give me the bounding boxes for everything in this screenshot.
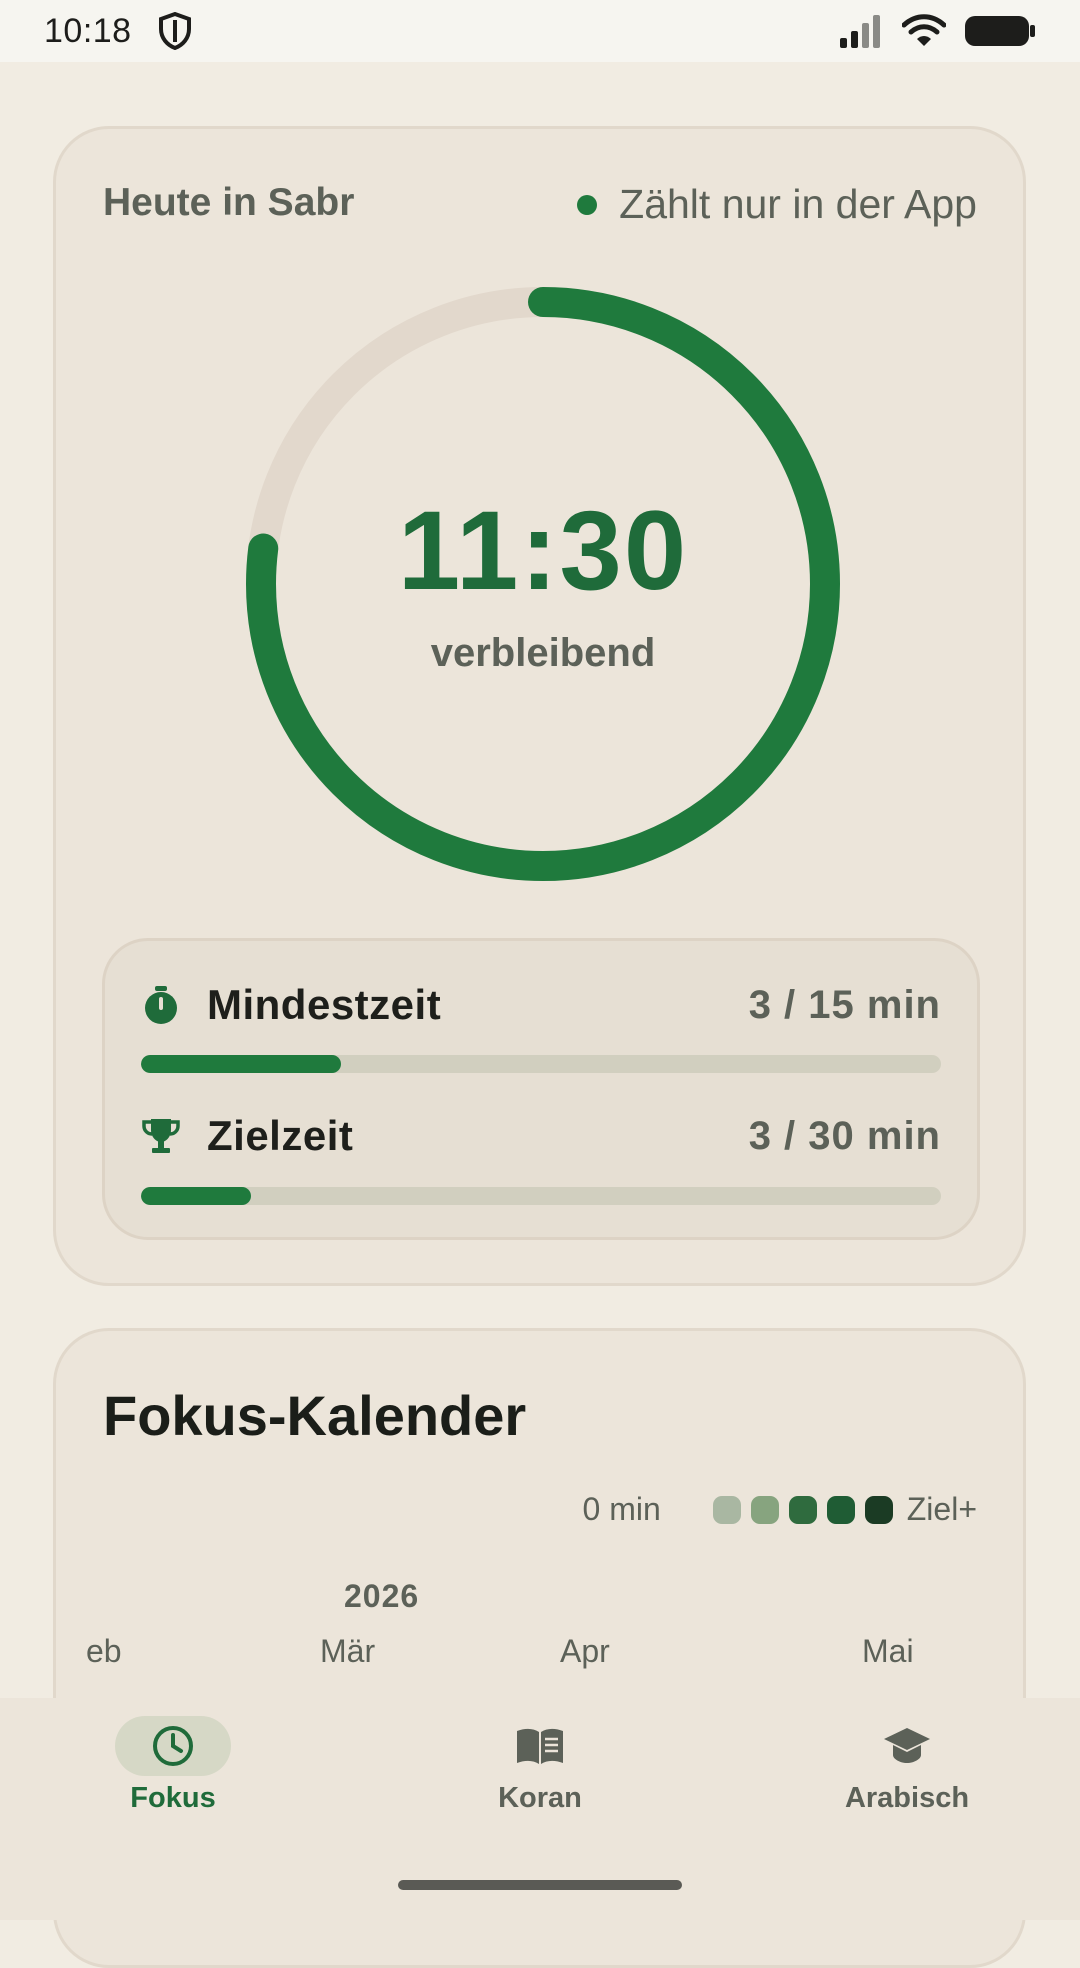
month-label-apr: Apr bbox=[560, 1633, 610, 1669]
status-indicators bbox=[838, 14, 1036, 48]
wifi-icon bbox=[902, 14, 946, 46]
timer-value: 11:30 bbox=[397, 488, 689, 613]
calendar-year: 2026 bbox=[344, 1578, 420, 1614]
month-label-feb: eb bbox=[86, 1633, 122, 1669]
goal-time-track bbox=[141, 1187, 941, 1205]
min-time-track bbox=[141, 1055, 941, 1073]
nav-label-koran: Koran bbox=[498, 1782, 582, 1814]
status-dot-icon bbox=[577, 194, 598, 215]
shield-icon bbox=[158, 12, 191, 50]
legend-swatch-5 bbox=[864, 1495, 893, 1524]
app-only-label: Zählt nur in der App bbox=[619, 181, 977, 227]
min-time-row: Mindestzeit 3 / 15 min bbox=[141, 981, 941, 1029]
goal-time-fill bbox=[141, 1187, 251, 1205]
legend-swatch-1 bbox=[712, 1495, 741, 1524]
today-card: Heute in Sabr Zählt nur in der App 11:30… bbox=[53, 126, 1026, 1286]
calendar-title: Fokus-Kalender bbox=[103, 1384, 527, 1447]
home-indicator[interactable] bbox=[398, 1880, 682, 1890]
today-title: Heute in Sabr bbox=[103, 181, 355, 224]
timer-ring: 11:30 verbleibend bbox=[245, 286, 841, 882]
status-bar: 10:18 bbox=[0, 0, 1080, 62]
nav-pill-arabisch bbox=[849, 1716, 965, 1776]
status-time: 10:18 bbox=[44, 11, 132, 50]
legend-swatch-0 bbox=[674, 1495, 703, 1524]
graduation-cap-icon bbox=[884, 1728, 930, 1763]
stopwatch-icon bbox=[145, 986, 177, 1024]
min-time-value: 3 / 15 min bbox=[748, 982, 941, 1027]
nav-item-arabisch[interactable]: Arabisch bbox=[787, 1716, 1027, 1815]
month-label-mar: Mär bbox=[320, 1633, 376, 1669]
month-label-may: Mai bbox=[862, 1633, 914, 1669]
book-icon bbox=[517, 1728, 563, 1764]
calendar-legend: 0 min Ziel+ bbox=[583, 1491, 978, 1528]
progress-panel: Mindestzeit 3 / 15 min Zielzeit 3 / 30 m… bbox=[102, 938, 980, 1240]
legend-start-label: 0 min bbox=[582, 1491, 661, 1527]
nav-label-arabisch: Arabisch bbox=[844, 1782, 970, 1814]
battery-icon bbox=[965, 16, 1035, 46]
goal-time-row: Zielzeit 3 / 30 min bbox=[141, 1112, 941, 1160]
nav-item-koran[interactable]: Koran bbox=[420, 1716, 660, 1815]
legend-end-label: Ziel+ bbox=[906, 1491, 977, 1527]
trophy-icon bbox=[142, 1119, 180, 1153]
app-only-indicator: Zählt nur in der App bbox=[577, 181, 977, 228]
goal-time-label: Zielzeit bbox=[207, 1112, 354, 1159]
clock-icon bbox=[153, 1726, 193, 1766]
legend-swatch-3 bbox=[788, 1495, 817, 1524]
nav-pill-fokus bbox=[115, 1716, 231, 1776]
legend-swatch-2 bbox=[750, 1495, 779, 1524]
nav-label-fokus: Fokus bbox=[130, 1782, 216, 1814]
signal-icon bbox=[840, 15, 880, 48]
goal-time-value: 3 / 30 min bbox=[748, 1113, 941, 1158]
nav-pill-koran bbox=[482, 1716, 598, 1776]
min-time-fill bbox=[141, 1055, 341, 1073]
legend-swatch-4 bbox=[826, 1495, 855, 1524]
nav-item-fokus[interactable]: Fokus bbox=[53, 1716, 293, 1815]
timer-sub-label: verbleibend bbox=[430, 631, 656, 675]
min-time-label: Mindestzeit bbox=[207, 981, 442, 1028]
